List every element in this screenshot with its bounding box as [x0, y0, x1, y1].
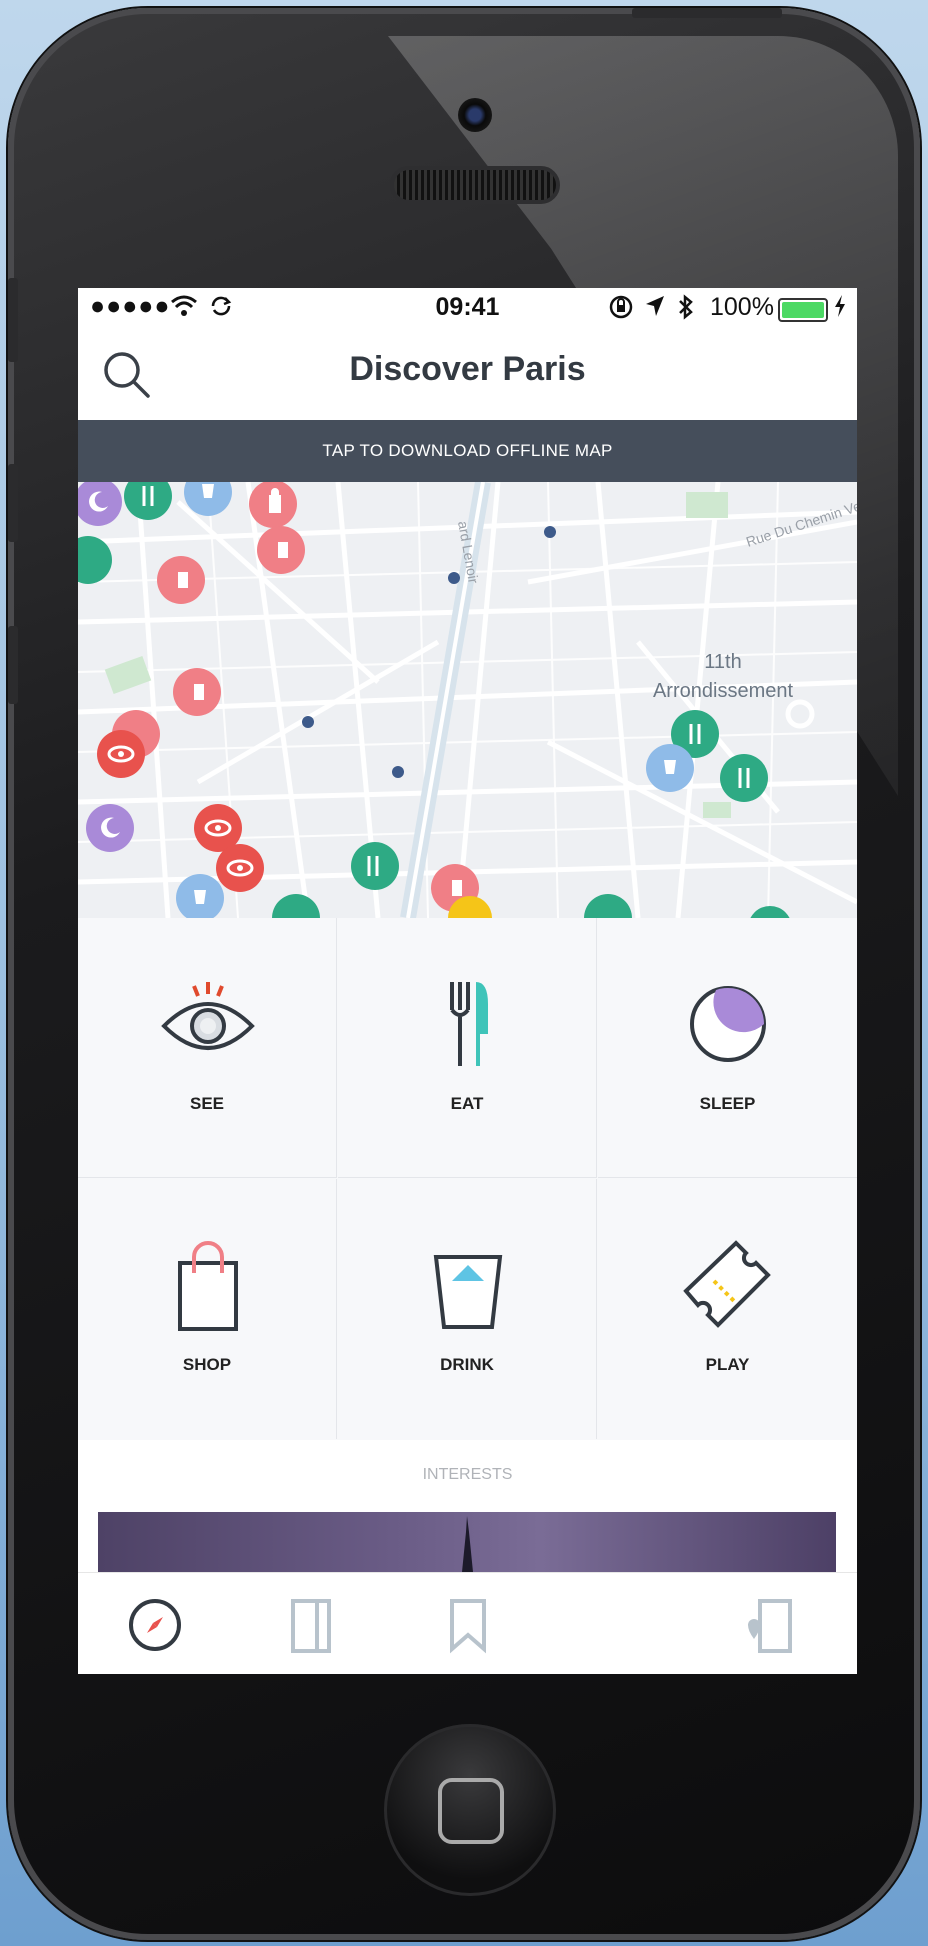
- app-header: Discover Paris: [78, 328, 857, 420]
- bookmark-icon[interactable]: [438, 1595, 498, 1655]
- category-label: SHOP: [182, 1355, 232, 1374]
- offline-map-banner[interactable]: TAP TO DOWNLOAD OFFLINE MAP: [78, 420, 857, 482]
- interests-heading: INTERESTS: [422, 1466, 513, 1483]
- earpiece-speaker: [390, 166, 560, 204]
- glass-icon: [433, 1255, 503, 1329]
- map-pin-book-icon[interactable]: [738, 1595, 798, 1655]
- category-label: EAT: [450, 1094, 484, 1113]
- rotation-lock-icon: [609, 295, 633, 319]
- mute-switch: [8, 278, 18, 362]
- compass-icon[interactable]: [125, 1595, 185, 1655]
- map-canvas: Rue Du Chemin Ve ard Lenoir 11th Arrondi…: [78, 482, 857, 918]
- volume-up-button: [8, 464, 18, 542]
- category-label: SEE: [189, 1094, 225, 1113]
- front-camera: [458, 98, 492, 132]
- bottom-tab-bar: [78, 1572, 857, 1674]
- status-bar: ●●●●● 09:41 100%: [78, 288, 857, 328]
- home-square-icon: [438, 1778, 504, 1844]
- eye-icon: [161, 982, 255, 1050]
- battery-icon: [778, 298, 828, 322]
- ticket-icon: [683, 1240, 771, 1328]
- charging-bolt-icon: [835, 295, 845, 317]
- category-label: PLAY: [705, 1355, 750, 1374]
- interest-photo-card[interactable]: [98, 1512, 836, 1572]
- power-button: [632, 8, 782, 18]
- moon-icon: [690, 986, 766, 1062]
- category-see[interactable]: SEE: [78, 918, 337, 1178]
- volume-down-button: [8, 626, 18, 704]
- eiffel-tower-silhouette: [462, 1516, 473, 1572]
- category-eat[interactable]: EAT: [338, 918, 597, 1178]
- district-label: Arrondissement: [653, 680, 794, 702]
- category-drink[interactable]: DRINK: [338, 1179, 597, 1439]
- guide-book-icon[interactable]: [281, 1595, 341, 1655]
- category-sleep[interactable]: SLEEP: [598, 918, 857, 1178]
- fork-knife-icon: [450, 982, 488, 1066]
- app-screen: ●●●●● 09:41 100% Discover Paris TAP TO D…: [78, 288, 857, 1674]
- city-map[interactable]: Rue Du Chemin Ve ard Lenoir 11th Arrondi…: [78, 482, 857, 918]
- category-play[interactable]: PLAY: [598, 1179, 857, 1439]
- category-label: SLEEP: [699, 1094, 756, 1113]
- district-label: 11th: [704, 651, 741, 673]
- shopping-bag-icon: [178, 1241, 238, 1331]
- category-grid: SEE EAT SLEEP SHOP DRINK PLAY: [78, 918, 857, 1440]
- bluetooth-icon: [679, 294, 693, 320]
- location-arrow-icon: [646, 296, 664, 316]
- home-button[interactable]: [384, 1724, 556, 1896]
- category-shop[interactable]: SHOP: [78, 1179, 337, 1439]
- category-label: DRINK: [440, 1355, 494, 1374]
- battery-percent: 100%: [710, 293, 774, 321]
- page-title: Discover Paris: [349, 350, 586, 388]
